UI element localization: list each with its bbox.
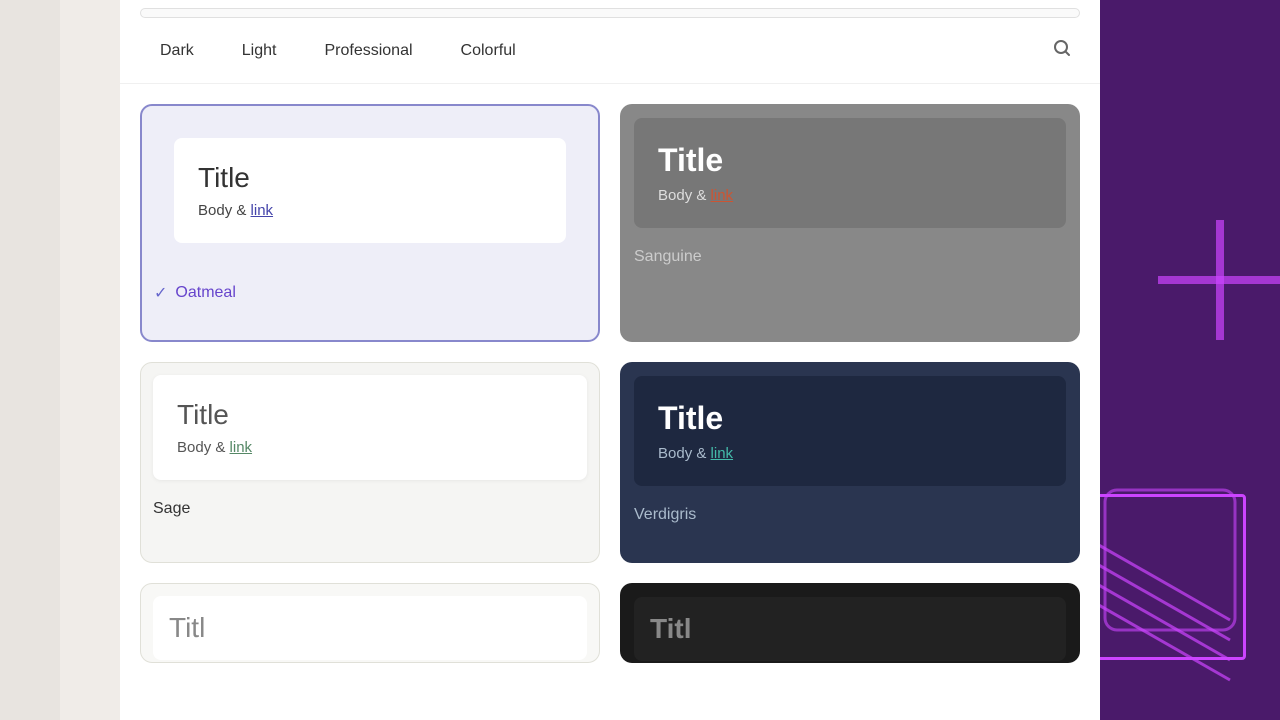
bottom-right-preview: Titl — [634, 597, 1066, 661]
search-icon — [1052, 38, 1072, 58]
theme-card-verdigris[interactable]: Title Body & link Verdigris — [620, 362, 1080, 563]
oatmeal-link[interactable]: link — [251, 202, 274, 219]
verdigris-link[interactable]: link — [711, 445, 734, 462]
verdigris-name-row: Verdigris — [622, 498, 1078, 540]
sanguine-preview-inner: Title Body & link — [634, 118, 1066, 228]
sanguine-link[interactable]: link — [711, 187, 734, 204]
right-decorative-panel — [1100, 0, 1280, 720]
verdigris-title: Title — [658, 400, 1042, 437]
theme-card-bottom-right[interactable]: Titl — [620, 583, 1080, 663]
sage-title: Title — [177, 399, 563, 431]
tab-professional[interactable]: Professional — [304, 34, 432, 68]
sanguine-title: Title — [658, 142, 1042, 179]
theme-card-oatmeal[interactable]: Title Body & link ✓ Oatmeal — [140, 104, 600, 342]
sanguine-name-row: Sanguine — [622, 240, 1078, 282]
verdigris-preview-inner: Title Body & link — [634, 376, 1066, 486]
oatmeal-label: Oatmeal — [175, 284, 235, 302]
oatmeal-body: Body & link — [198, 202, 542, 219]
filter-tabs-container: Dark Light Professional Colorful — [120, 18, 1100, 84]
oatmeal-title: Title — [198, 162, 542, 194]
sage-preview-inner: Title Body & link — [153, 375, 587, 480]
oatmeal-preview-area: Title Body & link — [154, 118, 586, 263]
oatmeal-preview-inner: Title Body & link — [174, 138, 566, 243]
right-panel-decoration — [1100, 0, 1280, 720]
theme-card-sanguine[interactable]: Title Body & link Sanguine — [620, 104, 1080, 342]
sage-link[interactable]: link — [230, 439, 253, 456]
tab-colorful[interactable]: Colorful — [441, 34, 536, 68]
oatmeal-name-row: ✓ Oatmeal — [142, 275, 598, 319]
sanguine-body: Body & link — [658, 187, 1042, 204]
bottom-left-title: Titl — [169, 612, 571, 644]
bottom-left-preview: Titl — [153, 596, 587, 660]
left-sidebar-inner — [0, 0, 60, 720]
bottom-right-title: Titl — [650, 613, 1050, 645]
search-button[interactable] — [1044, 30, 1080, 71]
sage-name-row: Sage — [141, 492, 599, 534]
sanguine-label: Sanguine — [634, 248, 702, 266]
main-content: Dark Light Professional Colorful Title B… — [120, 0, 1100, 720]
sage-body: Body & link — [177, 439, 563, 456]
theme-grid: Title Body & link ✓ Oatmeal Title Body &… — [120, 84, 1100, 704]
verdigris-body: Body & link — [658, 445, 1042, 462]
verdigris-label: Verdigris — [634, 506, 696, 524]
theme-card-sage[interactable]: Title Body & link Sage — [140, 362, 600, 563]
tab-light[interactable]: Light — [222, 34, 297, 68]
left-sidebar — [0, 0, 120, 720]
tab-dark[interactable]: Dark — [140, 34, 214, 68]
oatmeal-check-icon: ✓ — [154, 283, 167, 303]
theme-card-bottom-left[interactable]: Titl — [140, 583, 600, 663]
sage-label: Sage — [153, 500, 190, 518]
